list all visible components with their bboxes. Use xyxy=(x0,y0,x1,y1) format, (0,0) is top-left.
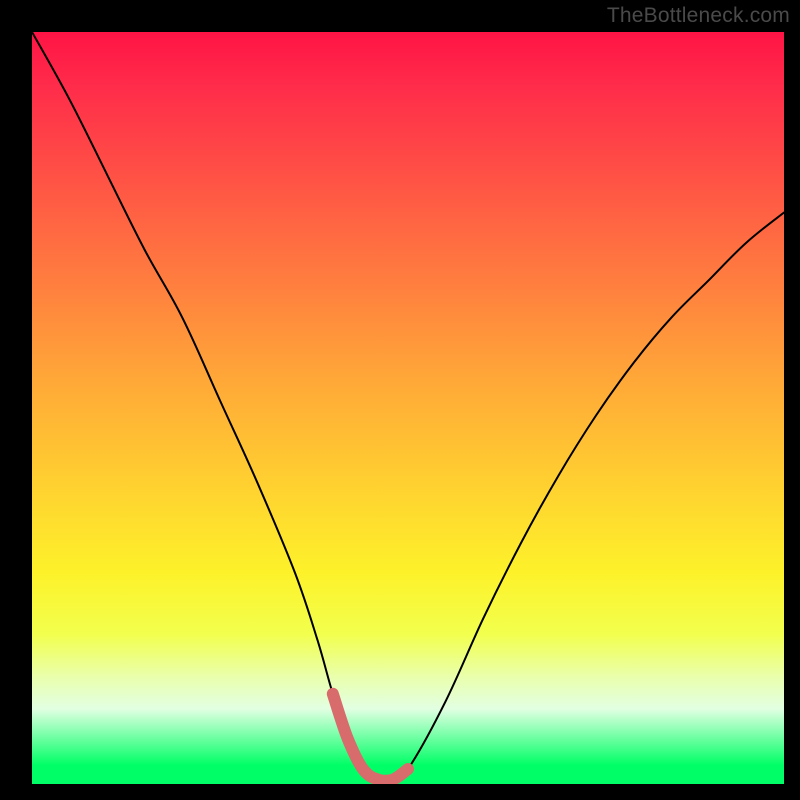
curve-layer xyxy=(32,32,784,784)
chart-frame: TheBottleneck.com xyxy=(0,0,800,800)
optimal-zone-highlight xyxy=(333,694,408,781)
bottleneck-curve xyxy=(32,32,784,781)
plot-area xyxy=(32,32,784,784)
watermark-text: TheBottleneck.com xyxy=(607,4,790,28)
